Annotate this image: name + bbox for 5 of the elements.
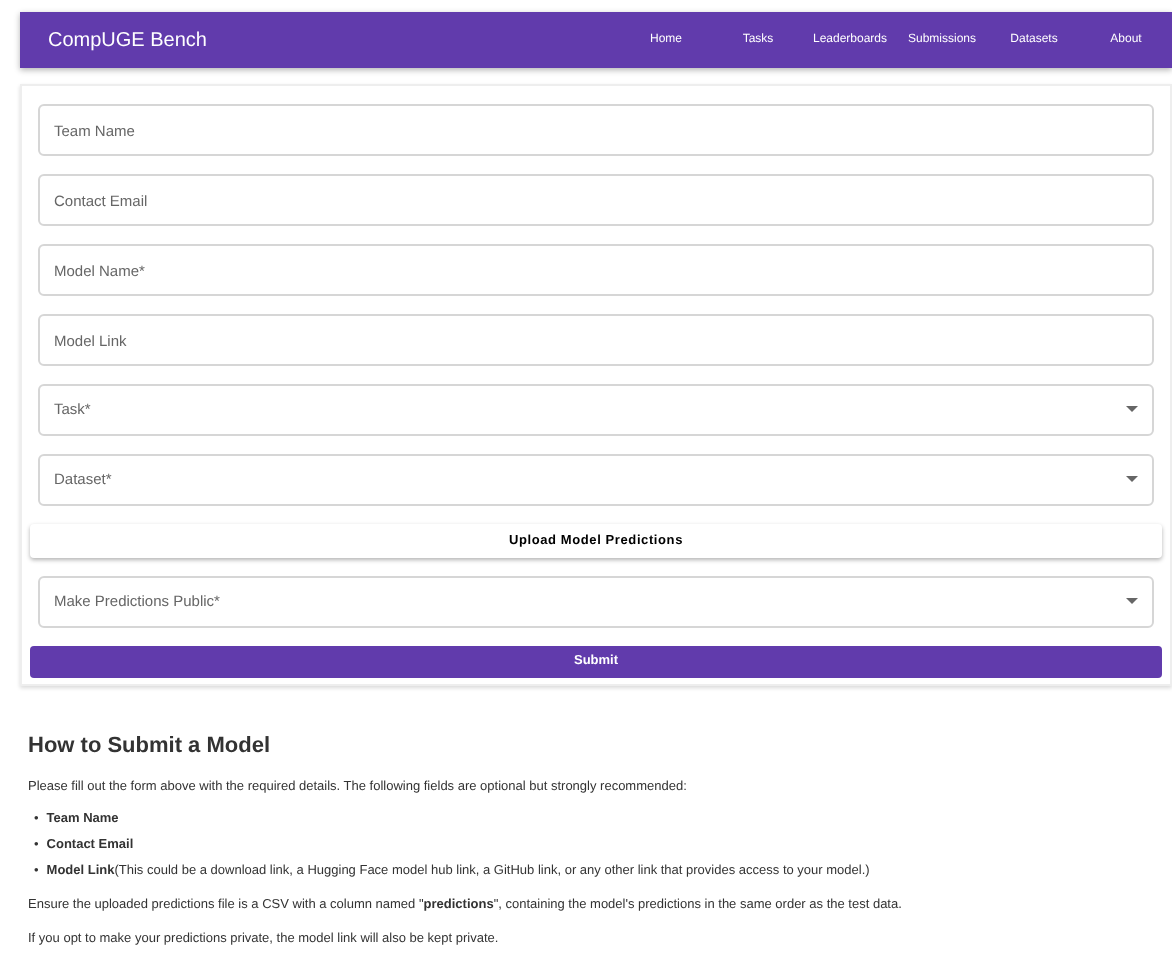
dropdown-caret-icon	[1126, 476, 1138, 484]
brand-title: CompUGE Bench	[48, 27, 209, 55]
dropdown-caret-icon	[1126, 406, 1138, 414]
section-heading: How to Submit a Model	[28, 732, 272, 762]
dropdown-caret-icon	[1126, 598, 1138, 606]
